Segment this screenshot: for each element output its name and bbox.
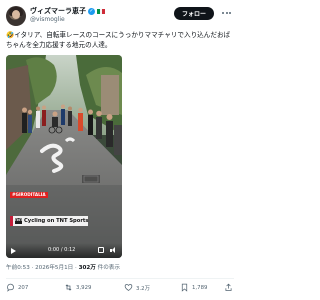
author-name-row[interactable]: ヴィズマーラ恵子 ✓ <box>30 6 106 16</box>
tweet-text: 🤣イタリア、自転車レースのコースにうっかりママチャリで入り込んだおばちゃんを全力… <box>6 31 231 49</box>
video-player[interactable]: #GIRODITALIA TNT Cycling on TNT Sports 0… <box>6 55 122 258</box>
broadcast-banner: TNT Cycling on TNT Sports <box>10 216 88 226</box>
divider <box>6 278 234 279</box>
tweet-timestamp[interactable]: 午前0:53 · 2026年5月1日 · <box>6 265 79 271</box>
follow-button[interactable]: フォロー <box>174 7 214 20</box>
reply-icon <box>7 283 14 292</box>
share-icon <box>225 283 232 291</box>
view-label: 件の表示 <box>95 265 120 271</box>
like-button[interactable]: 3.2万 <box>124 283 150 292</box>
author-name[interactable]: ヴィズマーラ恵子 <box>30 6 86 16</box>
share-button[interactable] <box>224 283 233 292</box>
avatar[interactable] <box>6 6 26 26</box>
tweet-meta: 午前0:53 · 2026年5月1日 · 302万 件の表示 <box>6 263 120 271</box>
repost-button[interactable]: 3,929 <box>64 283 91 292</box>
reply-button[interactable]: 207 <box>6 283 28 292</box>
play-icon[interactable] <box>11 248 16 254</box>
repost-count: 3,929 <box>76 284 92 291</box>
like-count: 3.2万 <box>136 285 150 292</box>
action-bar: 207 3,929 3.2万 1,789 <box>6 283 234 295</box>
italy-flag-icon <box>97 8 106 14</box>
more-options-icon[interactable] <box>222 9 234 17</box>
author-handle[interactable]: @vismoglie <box>30 16 65 23</box>
verified-badge-icon: ✓ <box>88 7 95 15</box>
video-time: 0:00 / 0:12 <box>48 247 76 253</box>
bookmark-icon <box>181 283 188 292</box>
broadcast-banner-text: Cycling on TNT Sports <box>24 218 89 224</box>
reply-count: 207 <box>18 284 29 291</box>
view-count: 302万 <box>78 265 96 271</box>
video-frame <box>6 55 122 258</box>
hashtag-tag: #GIRODITALIA <box>10 192 48 198</box>
tweet-header: ヴィズマーラ恵子 ✓ @vismoglie フォロー <box>0 0 240 30</box>
fullscreen-icon[interactable] <box>98 247 104 253</box>
bookmark-count: 1,789 <box>192 284 208 291</box>
tnt-logo-icon: TNT <box>14 218 23 224</box>
bookmark-button[interactable]: 1,789 <box>180 283 207 292</box>
video-controls: 0:00 / 0:12 <box>6 243 122 258</box>
repost-icon <box>65 284 72 291</box>
volume-icon[interactable] <box>110 247 117 253</box>
heart-icon <box>124 284 133 291</box>
